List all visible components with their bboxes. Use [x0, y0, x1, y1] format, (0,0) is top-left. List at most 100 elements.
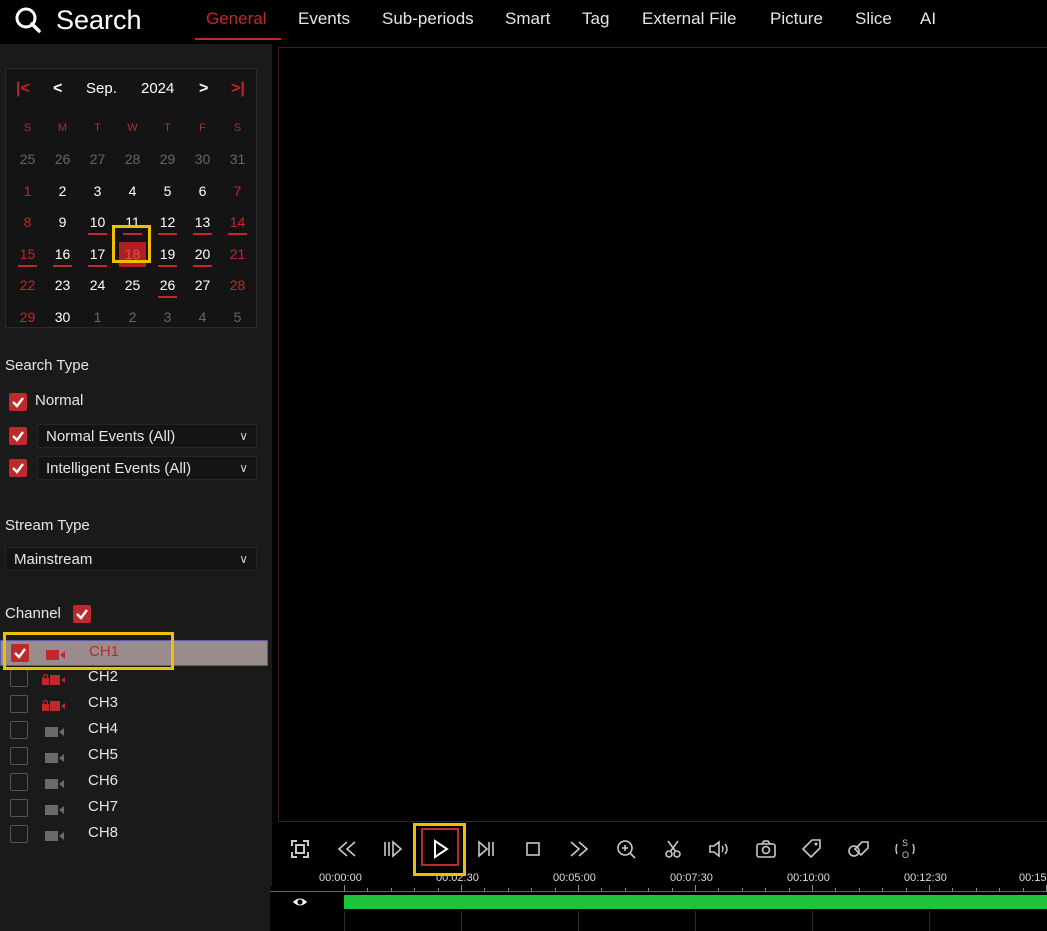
calendar-day: 30	[185, 144, 220, 175]
calendar-day[interactable]: 19	[150, 239, 185, 270]
calendar-day[interactable]: 26	[150, 270, 185, 301]
channel-checkbox[interactable]	[10, 825, 28, 843]
calendar-day[interactable]: 9	[45, 207, 80, 238]
intelligent-events-select[interactable]: Intelligent Events (All) ∨	[37, 456, 257, 480]
calendar-day-number: 4	[128, 182, 137, 199]
calendar-day[interactable]: 17	[80, 239, 115, 270]
normal-events-select[interactable]: Normal Events (All) ∨	[37, 424, 257, 448]
tab-smart[interactable]: Smart	[505, 9, 550, 29]
zoom-in-button[interactable]	[613, 836, 639, 862]
recorded-segment[interactable]	[344, 895, 1047, 909]
timeline[interactable]	[270, 885, 1047, 931]
timeline-tick	[437, 888, 439, 891]
slow-forward-button[interactable]	[380, 836, 406, 862]
channel-row-ch7[interactable]: CH7	[0, 796, 268, 822]
calendar-day[interactable]: 22	[10, 270, 45, 301]
calendar-day[interactable]: 24	[80, 270, 115, 301]
fullscreen-button[interactable]	[287, 836, 313, 862]
check-icon	[76, 609, 88, 620]
calendar-day[interactable]: 8	[10, 207, 45, 238]
tab-sub-periods[interactable]: Sub-periods	[382, 9, 474, 29]
channel-row-ch4[interactable]: CH4	[0, 718, 268, 744]
calendar-day[interactable]: 13	[185, 207, 220, 238]
tab-picture[interactable]: Picture	[770, 9, 823, 29]
channel-row-ch6[interactable]: CH6	[0, 770, 268, 796]
calendar-day[interactable]: 28	[220, 270, 255, 301]
sync-button[interactable]: SO	[892, 836, 918, 862]
timeline-tick	[601, 888, 603, 891]
calendar-day[interactable]: 29	[10, 302, 45, 333]
tag-button[interactable]	[799, 836, 825, 862]
calendar-day: 25	[10, 144, 45, 175]
normal-checkbox[interactable]	[9, 393, 27, 411]
calendar-day[interactable]: 2	[45, 176, 80, 207]
stop-button[interactable]	[520, 836, 546, 862]
clip-button[interactable]	[660, 836, 686, 862]
video-player[interactable]	[278, 47, 1047, 822]
channel-name: CH7	[88, 798, 119, 815]
channel-checkbox[interactable]	[10, 695, 28, 713]
camera-icon	[45, 753, 64, 763]
calendar-day[interactable]: 1	[10, 176, 45, 207]
channel-checkbox[interactable]	[10, 799, 28, 817]
calendar-day[interactable]: 14	[220, 207, 255, 238]
channel-row-ch8[interactable]: CH8	[0, 822, 268, 848]
calendar-day-number: 28	[229, 277, 246, 293]
calendar-day[interactable]: 12	[150, 207, 185, 238]
tab-tag[interactable]: Tag	[582, 9, 609, 29]
calendar-day[interactable]: 7	[220, 176, 255, 207]
channel-checkbox[interactable]	[10, 747, 28, 765]
normal-events-checkbox[interactable]	[9, 427, 27, 445]
prev-month-icon[interactable]: <	[53, 80, 62, 98]
calendar-day-number: 27	[89, 151, 106, 167]
calendar-day[interactable]: 25	[115, 270, 150, 301]
eye-icon[interactable]	[292, 896, 308, 908]
tab-ai[interactable]: AI	[920, 9, 936, 29]
prev-year-icon[interactable]: |<	[16, 80, 30, 98]
next-year-icon[interactable]: >|	[231, 80, 245, 98]
calendar-day-number: 2	[58, 182, 67, 199]
tag-manage-button[interactable]	[846, 836, 872, 862]
camera-icon	[45, 805, 64, 815]
calendar-day-number: 5	[233, 308, 242, 325]
calendar-day[interactable]: 23	[45, 270, 80, 301]
calendar-day[interactable]: 10	[80, 207, 115, 238]
stream-type-select[interactable]: Mainstream ∨	[5, 547, 257, 571]
step-forward-button[interactable]	[473, 836, 499, 862]
calendar-day[interactable]: 4	[115, 176, 150, 207]
calendar-day[interactable]: 27	[185, 270, 220, 301]
tab-events[interactable]: Events	[298, 9, 350, 29]
normal-events-value: Normal Events (All)	[46, 428, 176, 445]
calendar-day[interactable]: 5	[150, 176, 185, 207]
calendar-day[interactable]: 30	[45, 302, 80, 333]
calendar-day[interactable]: 20	[185, 239, 220, 270]
recording-marker	[88, 233, 107, 235]
channel-row-ch3[interactable]: CH3	[0, 692, 268, 718]
tab-external-file[interactable]: External File	[642, 9, 736, 29]
rewind-button[interactable]	[334, 836, 360, 862]
timeline-grid-line	[578, 911, 579, 931]
calendar-day[interactable]: 21	[220, 239, 255, 270]
channel-all-checkbox[interactable]	[73, 605, 91, 623]
tab-slice[interactable]: Slice	[855, 9, 892, 29]
calendar-day[interactable]: 16	[45, 239, 80, 270]
intelligent-events-checkbox[interactable]	[9, 459, 27, 477]
timeline-track[interactable]	[270, 894, 1047, 910]
channel-checkbox[interactable]	[10, 721, 28, 739]
weekday-header: S	[233, 122, 242, 134]
timeline-tick	[578, 885, 579, 891]
snapshot-button[interactable]	[753, 836, 779, 862]
next-month-icon[interactable]: >	[199, 80, 208, 98]
calendar-day[interactable]: 3	[80, 176, 115, 207]
channel-row-ch5[interactable]: CH5	[0, 744, 268, 770]
calendar-day-number: 15	[19, 245, 36, 262]
calendar-day[interactable]: 15	[10, 239, 45, 270]
svg-text:O: O	[902, 850, 909, 860]
fast-forward-button[interactable]	[566, 836, 592, 862]
channel-checkbox[interactable]	[10, 773, 28, 791]
tab-general[interactable]: General	[206, 9, 266, 29]
volume-button[interactable]	[706, 836, 732, 862]
recording-marker	[88, 264, 107, 267]
calendar-day[interactable]: 6	[185, 176, 220, 207]
channel-checkbox[interactable]	[10, 669, 28, 687]
